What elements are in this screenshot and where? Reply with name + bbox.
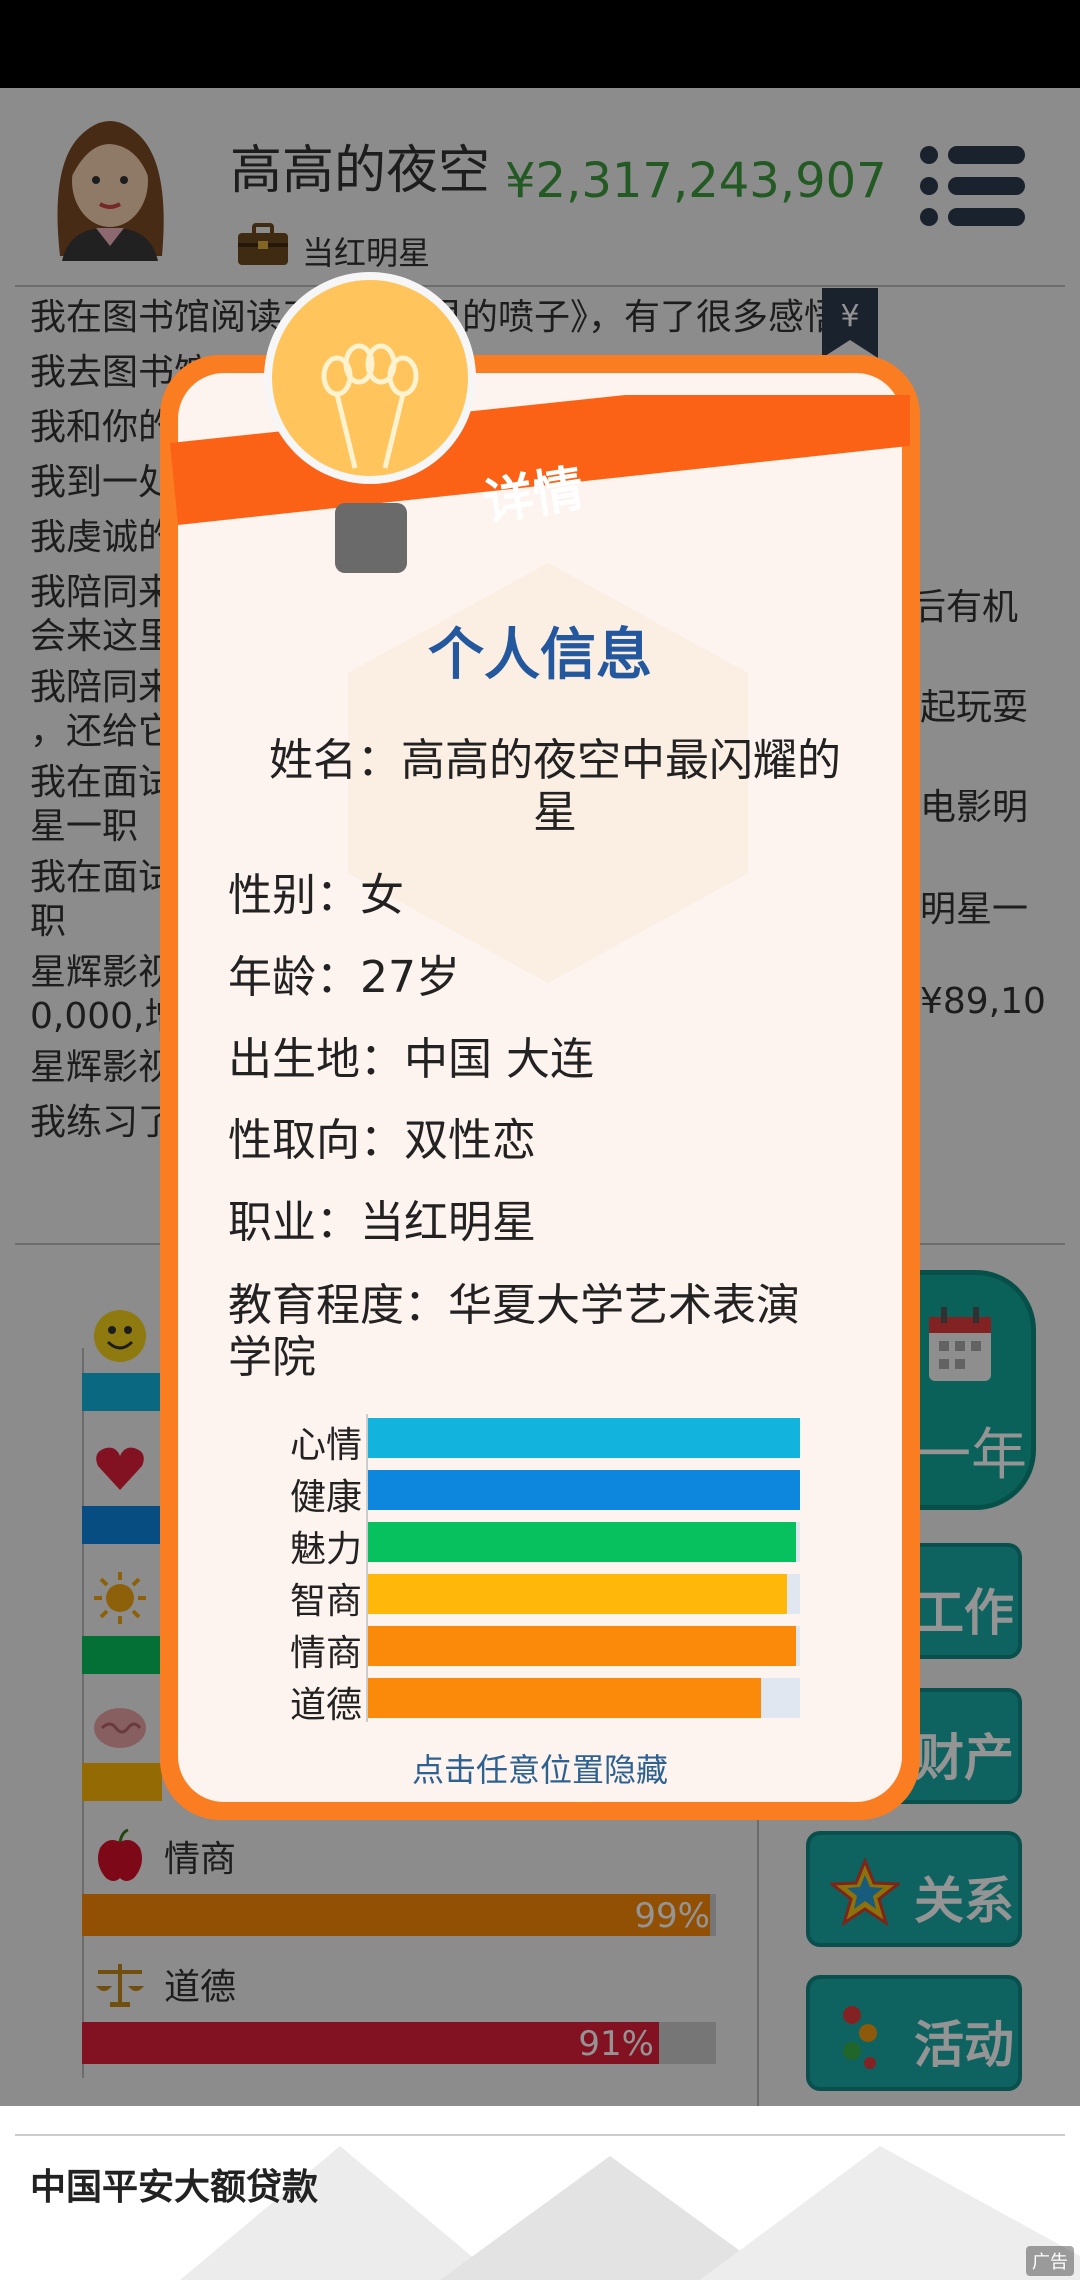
attribute-bar-fill — [366, 1626, 796, 1666]
info-orientation: 性取向：双性恋 — [228, 1115, 536, 1166]
attribute-bar — [366, 1626, 800, 1666]
attribute-bar-fill — [366, 1678, 761, 1718]
attribute-bar-label: 智商 — [289, 1581, 362, 1622]
info-occupation: 职业：当红明星 — [228, 1197, 536, 1248]
attribute-bar-label: 情商 — [289, 1633, 362, 1674]
attribute-bar-fill — [366, 1574, 787, 1614]
status-bar — [0, 0, 1080, 88]
info-education-line1: 教育程度：华夏大学艺术表演 — [228, 1280, 800, 1331]
attribute-bar — [366, 1574, 800, 1614]
attribute-bar-fill — [366, 1418, 800, 1458]
attribute-bar-label: 魅力 — [289, 1529, 362, 1570]
attribute-bar — [366, 1678, 800, 1718]
ad-tag: 广告 — [1026, 2246, 1074, 2276]
attribute-bar — [366, 1418, 800, 1458]
info-education-line2: 学院 — [228, 1332, 316, 1383]
info-name: 姓名：高高的夜空中最闪耀的 星 — [235, 735, 875, 839]
attribute-bar-label: 心情 — [289, 1425, 362, 1466]
info-name-line2: 星 — [533, 787, 577, 838]
info-name-line1: 姓名：高高的夜空中最闪耀的 — [269, 735, 841, 786]
lightbulb-icon — [264, 272, 476, 573]
info-gender: 性别：女 — [228, 870, 404, 921]
attribute-bars-axis — [366, 1414, 368, 1722]
ad-title: 中国平安大额贷款 — [30, 2167, 319, 2208]
attribute-bar-label: 健康 — [289, 1477, 362, 1518]
info-birthplace: 出生地：中国 大连 — [228, 1034, 594, 1085]
attribute-bar — [366, 1470, 800, 1510]
info-age: 年龄：27岁 — [228, 952, 460, 1003]
hide-hint[interactable]: 点击任意位置隐藏 — [160, 1745, 920, 1791]
info-education: 教育程度：华夏大学艺术表演 学院 — [228, 1280, 868, 1384]
modal-heading: 个人信息 — [428, 623, 652, 688]
ad-divider — [15, 2134, 1065, 2136]
ad-banner[interactable]: 中国平安大额贷款 广告 — [0, 2106, 1080, 2280]
attribute-bar-fill — [366, 1522, 796, 1562]
attribute-bar-fill — [366, 1470, 800, 1510]
attribute-bar — [366, 1522, 800, 1562]
attribute-bar-label: 道德 — [289, 1685, 362, 1726]
